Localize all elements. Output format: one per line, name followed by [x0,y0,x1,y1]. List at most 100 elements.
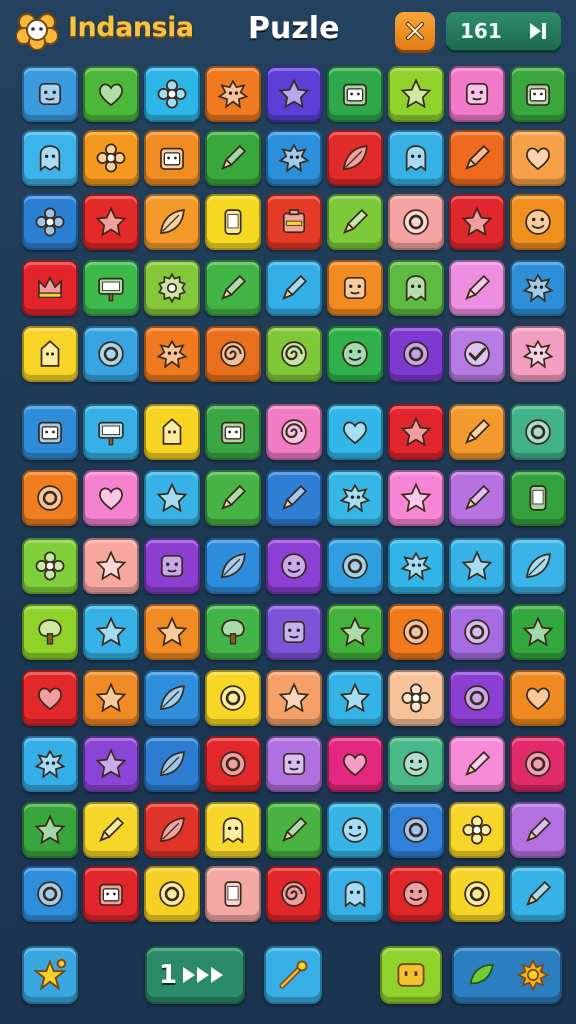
puzzle-tile[interactable] [205,736,261,792]
puzzle-tile[interactable] [510,470,566,526]
puzzle-tile[interactable] [327,538,383,594]
puzzle-tile[interactable] [83,130,139,186]
puzzle-tile[interactable] [449,130,505,186]
puzzle-tile[interactable] [388,130,444,186]
puzzle-tile[interactable] [327,404,383,460]
puzzle-tile[interactable] [22,670,78,726]
puzzle-tile[interactable] [449,604,505,660]
puzzle-tile[interactable] [83,194,139,250]
puzzle-tile[interactable] [83,470,139,526]
puzzle-tile[interactable] [266,260,322,316]
puzzle-tile[interactable] [144,538,200,594]
puzzle-tile[interactable] [327,736,383,792]
puzzle-tile[interactable] [22,604,78,660]
puzzle-tile[interactable] [327,866,383,922]
puzzle-tile[interactable] [327,326,383,382]
puzzle-tile[interactable] [327,194,383,250]
puzzle-tile[interactable] [144,670,200,726]
puzzle-tile[interactable] [22,802,78,858]
puzzle-tile[interactable] [388,604,444,660]
puzzle-tile[interactable] [449,326,505,382]
puzzle-tile[interactable] [22,866,78,922]
puzzle-tile[interactable] [327,130,383,186]
puzzle-tile[interactable] [22,538,78,594]
puzzle-tile[interactable] [83,538,139,594]
puzzle-tile[interactable] [83,326,139,382]
puzzle-tile[interactable] [327,604,383,660]
puzzle-tile[interactable] [266,326,322,382]
puzzle-tile[interactable] [144,66,200,122]
puzzle-tile[interactable] [144,866,200,922]
puzzle-tile[interactable] [327,470,383,526]
puzzle-tile[interactable] [510,326,566,382]
puzzle-tile[interactable] [510,866,566,922]
level-button[interactable]: 1 [145,946,245,1004]
puzzle-tile[interactable] [449,194,505,250]
puzzle-tile[interactable] [510,260,566,316]
puzzle-tile[interactable] [510,604,566,660]
puzzle-tile[interactable] [144,604,200,660]
puzzle-tile[interactable] [144,326,200,382]
puzzle-tile[interactable] [205,470,261,526]
puzzle-tile[interactable] [510,404,566,460]
puzzle-tile[interactable] [327,670,383,726]
puzzle-tile[interactable] [449,866,505,922]
puzzle-tile[interactable] [22,470,78,526]
puzzle-tile[interactable] [266,66,322,122]
puzzle-tile[interactable] [449,670,505,726]
puzzle-tile[interactable] [449,260,505,316]
star-hint-button[interactable] [22,946,78,1004]
puzzle-tile[interactable] [388,470,444,526]
puzzle-tile[interactable] [144,470,200,526]
puzzle-tile[interactable] [144,802,200,858]
puzzle-tile[interactable] [205,66,261,122]
puzzle-tile[interactable] [83,404,139,460]
puzzle-tile[interactable] [510,736,566,792]
puzzle-tile[interactable] [388,736,444,792]
puzzle-tile[interactable] [83,802,139,858]
puzzle-tile[interactable] [449,802,505,858]
puzzle-tile[interactable] [144,130,200,186]
puzzle-tile[interactable] [388,66,444,122]
puzzle-tile[interactable] [144,194,200,250]
puzzle-tile[interactable] [83,736,139,792]
puzzle-tile[interactable] [388,538,444,594]
puzzle-tile[interactable] [83,866,139,922]
puzzle-tile[interactable] [388,670,444,726]
puzzle-tile[interactable] [205,130,261,186]
puzzle-tile[interactable] [327,802,383,858]
puzzle-tile[interactable] [449,66,505,122]
smiley-box-button[interactable] [380,946,442,1004]
puzzle-tile[interactable] [510,66,566,122]
puzzle-tile[interactable] [205,866,261,922]
puzzle-tile[interactable] [388,326,444,382]
puzzle-tile[interactable] [144,260,200,316]
puzzle-tile[interactable] [144,404,200,460]
puzzle-tile[interactable] [205,326,261,382]
puzzle-tile[interactable] [22,260,78,316]
puzzle-tile[interactable] [266,802,322,858]
puzzle-tile[interactable] [510,130,566,186]
powerup-tray[interactable] [452,946,562,1004]
magic-wand-button[interactable] [264,946,322,1004]
puzzle-tile[interactable] [83,670,139,726]
puzzle-tile[interactable] [266,604,322,660]
puzzle-tile[interactable] [266,538,322,594]
puzzle-tile[interactable] [22,194,78,250]
puzzle-tile[interactable] [205,802,261,858]
puzzle-tile[interactable] [449,538,505,594]
puzzle-tile[interactable] [388,404,444,460]
puzzle-tile[interactable] [266,194,322,250]
puzzle-tile[interactable] [205,538,261,594]
puzzle-tile[interactable] [83,604,139,660]
puzzle-tile[interactable] [266,470,322,526]
puzzle-tile[interactable] [510,538,566,594]
puzzle-tile[interactable] [144,736,200,792]
puzzle-tile[interactable] [266,130,322,186]
puzzle-tile[interactable] [266,670,322,726]
puzzle-tile[interactable] [22,404,78,460]
puzzle-tile[interactable] [449,404,505,460]
puzzle-tile[interactable] [22,736,78,792]
puzzle-tile[interactable] [510,670,566,726]
move-counter[interactable]: 161 [446,12,561,50]
